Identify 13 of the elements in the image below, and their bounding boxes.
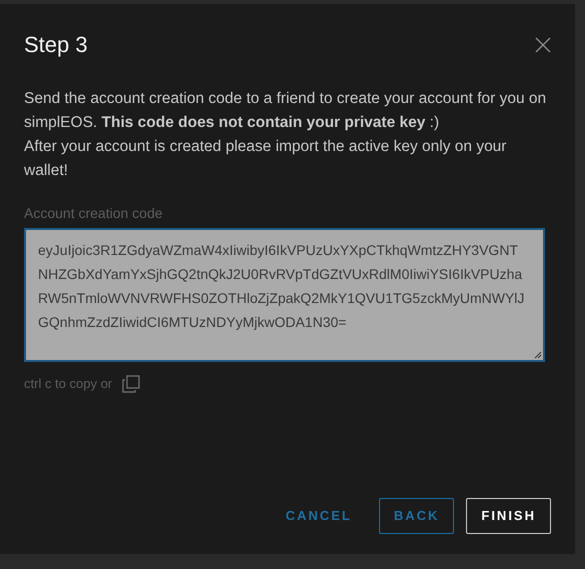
resize-handle-icon[interactable] [534,351,542,359]
code-text: eyJuIjoic3R1ZGdyaWZmaW4xIiwibyI6IkVPUzUxYXpCTkhqWmtzZHY3VGNTNHZGbXdYamYxSjhGQ2tnQkJ2U0RvRVpTdGZtVUxRdlM0IiwiYSI6IkVPUzhaRW5nTmloWVNVRWFHS0ZOTHloZjZpakQ2MkY1QVU1TG5zckMyUmNWYlJGQnhmZzdZIiwidCI6MTUzNDYyMjkwODA1N30= [38,241,526,332]
note-text: After your account is created please import the active key only on your wallet! [24,137,508,181]
code-textarea[interactable] [24,228,545,362]
flat-button[interactable]: CANCEL [270,498,367,534]
close-icon[interactable] [535,36,551,52]
outline-button[interactable]: BACK [378,498,454,534]
copy-hint: ctrl c to copy or [24,375,112,393]
copy-icon[interactable] [122,374,140,393]
dialog-title: Step 3 [24,31,88,59]
primary-button[interactable]: FINISH [466,498,551,534]
field-label: Account creation code [24,204,164,223]
instruction-text: Send the account creation code to a friend to create your account for you on simplEOS. This code does not contain your private key :) [24,89,548,133]
